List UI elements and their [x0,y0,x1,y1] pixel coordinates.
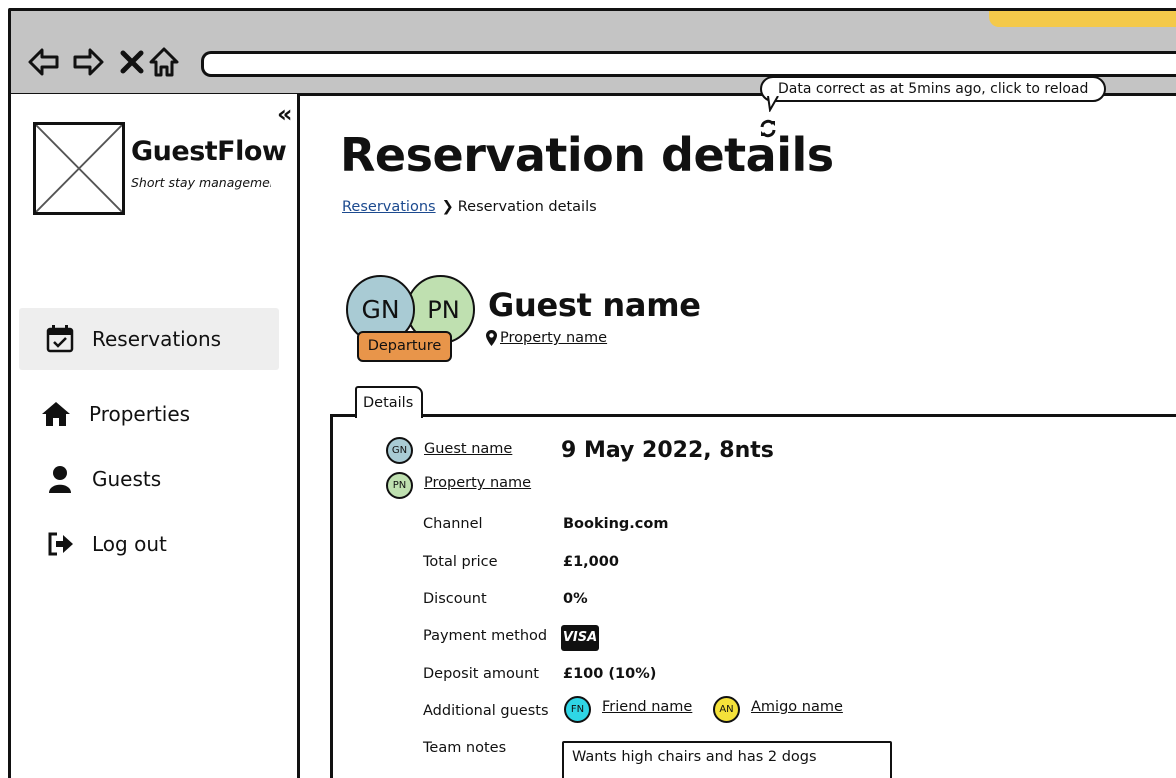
tab-details[interactable]: Details [355,386,423,418]
additional-guests-label: Additional guests [423,703,549,719]
map-marker-icon [486,330,497,346]
property-link[interactable]: Property name [500,330,607,346]
forward-icon[interactable] [71,45,105,79]
amigo-avatar: AN [713,696,740,723]
sidebar-item-label: Properties [89,402,191,426]
channel-value: Booking.com [563,516,669,532]
property-avatar-small: PN [386,472,413,499]
collapse-sidebar-button[interactable]: « [277,102,293,126]
sidebar-item-properties[interactable]: Properties [19,383,279,445]
refresh-icon[interactable] [758,117,778,139]
friend-avatar: FN [564,696,591,723]
sidebar-item-reservations[interactable]: Reservations [19,308,279,370]
sidebar-item-guests[interactable]: Guests [19,448,279,510]
home-icon[interactable] [147,45,181,79]
home-icon [42,402,70,426]
address-bar[interactable] [201,51,1176,77]
sidebar-item-label: Log out [92,532,167,556]
amigo-guest-link[interactable]: Amigo name [751,699,843,715]
sign-out-icon [48,532,73,556]
status-badge: Departure [357,331,452,362]
property-location: Property name [486,330,607,346]
friend-guest-link[interactable]: Friend name [602,699,692,715]
visa-card-icon: VISA [561,625,599,651]
breadcrumb: Reservations ❯ Reservation details [342,199,597,215]
guest-name-heading: Guest name [488,286,701,324]
team-notes-field[interactable]: Wants high chairs and has 2 dogs [562,741,892,778]
deposit-value: £100 (10%) [563,666,657,682]
deposit-label: Deposit amount [423,666,539,682]
sidebar: « GuestFlow Short stay managemen Reserva… [8,94,300,778]
sidebar-item-logout[interactable]: Log out [19,513,279,575]
discount-value: 0% [563,591,588,607]
brand-name: GuestFlow [131,136,287,167]
guest-link[interactable]: Guest name [424,441,512,457]
sidebar-item-label: Reservations [92,327,222,351]
accent-strip [989,11,1176,27]
calendar-check-icon [46,325,74,353]
logo-placeholder-icon [33,122,125,215]
chevron-right-icon: ❯ [441,199,454,215]
brand-tagline: Short stay managemen [131,175,271,190]
close-icon[interactable] [115,45,149,79]
back-icon[interactable] [27,45,61,79]
total-price-label: Total price [423,554,498,570]
data-freshness-tooltip[interactable]: Data correct as at 5mins ago, click to r… [760,76,1107,102]
breadcrumb-current: Reservation details [457,199,597,215]
sidebar-item-label: Guests [92,467,162,491]
total-price-value: £1,000 [563,554,619,570]
reservation-dates: 9 May 2022, 8nts [561,438,774,463]
discount-label: Discount [423,591,487,607]
guest-avatar-small: GN [386,437,413,464]
team-notes-label: Team notes [423,740,507,756]
user-icon [49,466,71,493]
tooltip-tail [767,96,779,112]
property-link-detail[interactable]: Property name [424,475,531,491]
channel-label: Channel [423,516,483,532]
payment-method-label: Payment method [423,628,548,644]
breadcrumb-link-reservations[interactable]: Reservations [342,199,436,215]
